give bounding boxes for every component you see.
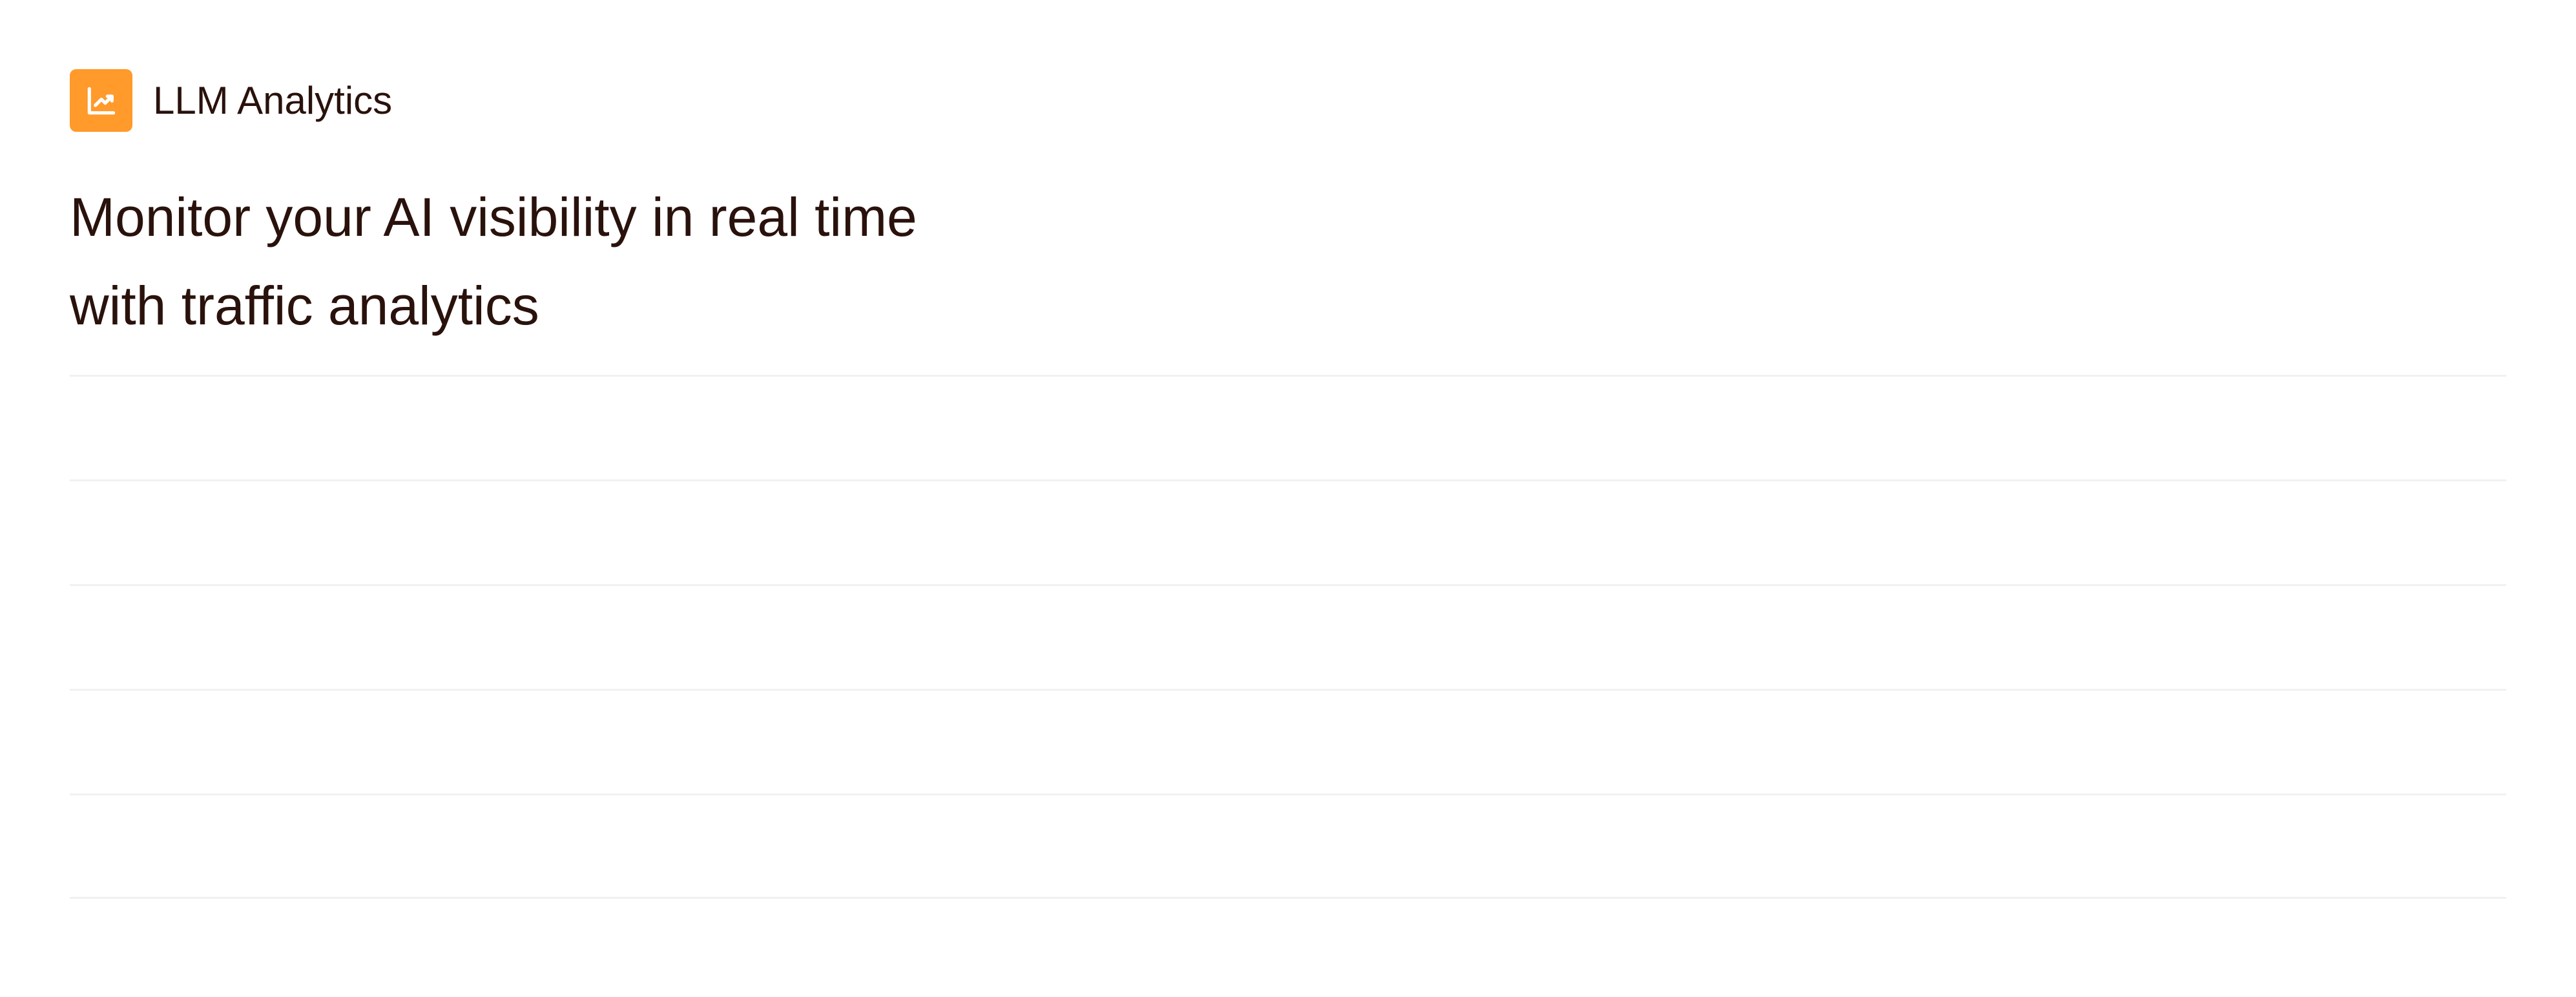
brand-name: LLM Analytics [153,79,393,122]
list-item [70,793,2506,899]
list-item [70,584,2506,689]
list-item [70,479,2506,584]
metrics-list [70,375,2506,899]
list-item [70,689,2506,793]
list-item [70,375,2506,479]
brand-header[interactable]: LLM Analytics [70,69,392,132]
page: LLM Analytics Monitor your AI visibility… [0,0,2576,997]
page-title: Monitor your AI visibility in real time … [70,187,917,336]
chart-line-up-icon [70,69,132,132]
